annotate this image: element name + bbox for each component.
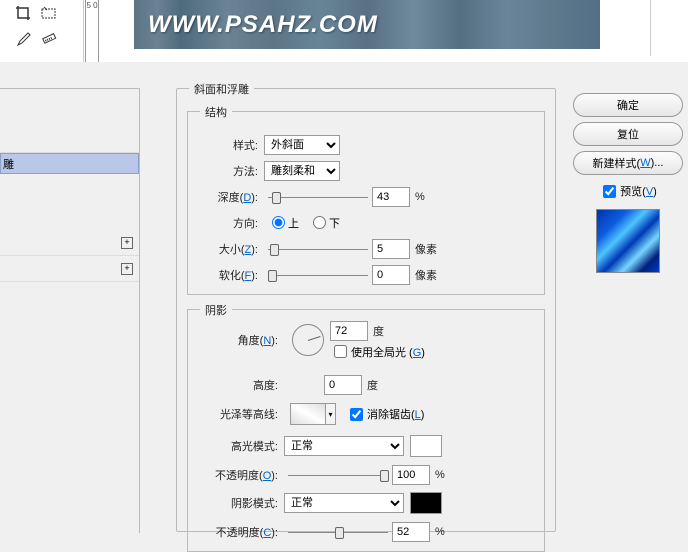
layer-styles-list: 雕 + + bbox=[0, 88, 140, 533]
direction-label: 方向: bbox=[194, 215, 264, 231]
unit-percent: % bbox=[435, 526, 445, 538]
document-canvas[interactable]: WWW.PSAHZ.COM bbox=[134, 0, 600, 49]
preview-label: 预览(V) bbox=[620, 183, 657, 199]
dialog-buttons: 确定 复位 新建样式(W)... 预览(V) bbox=[568, 88, 688, 338]
unit-percent: % bbox=[415, 191, 425, 203]
direction-down-radio[interactable] bbox=[313, 216, 326, 229]
bevel-emboss-panel: 斜面和浮雕 结构 样式: 外斜面 方法: 雕刻柔和 深度(D): % 方向: 上… bbox=[176, 88, 556, 533]
ok-button[interactable]: 确定 bbox=[573, 93, 683, 117]
highlight-opacity-slider[interactable] bbox=[288, 467, 388, 483]
slice-tool-icon[interactable] bbox=[40, 4, 58, 22]
new-style-button[interactable]: 新建样式(W)... bbox=[573, 151, 683, 175]
size-label: 大小(Z): bbox=[194, 241, 264, 257]
style-item-bevel[interactable]: 雕 bbox=[0, 153, 139, 174]
angle-label: 角度(N): bbox=[194, 332, 284, 348]
depth-label: 深度(D): bbox=[194, 189, 264, 205]
altitude-input[interactable] bbox=[324, 375, 362, 395]
preview-checkbox[interactable] bbox=[603, 185, 616, 198]
scrollbar-right[interactable] bbox=[650, 0, 672, 56]
unit-px: 像素 bbox=[415, 241, 437, 257]
style-item-label: 雕 bbox=[3, 156, 14, 172]
soften-slider[interactable] bbox=[268, 267, 368, 283]
up-label: 上 bbox=[288, 215, 299, 231]
highlight-mode-label: 高光模式: bbox=[194, 438, 284, 454]
global-light-label: 使用全局光 (G) bbox=[351, 344, 425, 360]
expand-icon[interactable]: + bbox=[121, 237, 133, 249]
reset-button[interactable]: 复位 bbox=[573, 122, 683, 146]
shadow-mode-select[interactable]: 正常 bbox=[284, 493, 404, 513]
shadow-opacity-input[interactable] bbox=[392, 522, 430, 542]
size-slider[interactable] bbox=[268, 241, 368, 257]
angle-dial[interactable] bbox=[292, 324, 324, 356]
toolbox bbox=[0, 0, 84, 62]
antialias-checkbox[interactable] bbox=[350, 408, 363, 421]
angle-input[interactable] bbox=[330, 321, 368, 341]
shadow-legend: 阴影 bbox=[200, 302, 232, 318]
panel-title: 斜面和浮雕 bbox=[189, 81, 254, 97]
highlight-opacity-input[interactable] bbox=[392, 465, 430, 485]
shadow-opacity-label: 不透明度(C): bbox=[194, 524, 284, 540]
contour-picker[interactable] bbox=[290, 403, 326, 425]
shadow-opacity-slider[interactable] bbox=[288, 524, 388, 540]
unit-deg: 度 bbox=[373, 323, 384, 339]
unit-percent: % bbox=[435, 469, 445, 481]
preview-thumbnail bbox=[596, 209, 660, 273]
app-top: 5 0 WWW.PSAHZ.COM bbox=[0, 0, 688, 62]
soften-label: 软化(F): bbox=[194, 267, 264, 283]
shadow-color-swatch[interactable] bbox=[410, 492, 442, 514]
direction-up-radio[interactable] bbox=[272, 216, 285, 229]
global-light-checkbox[interactable] bbox=[334, 345, 347, 358]
method-select[interactable]: 雕刻柔和 bbox=[264, 161, 340, 181]
expand-icon[interactable]: + bbox=[121, 263, 133, 275]
contour-label: 光泽等高线: bbox=[194, 406, 284, 422]
banner-text: WWW.PSAHZ.COM bbox=[134, 0, 600, 50]
highlight-mode-select[interactable]: 正常 bbox=[284, 436, 404, 456]
highlight-opacity-label: 不透明度(O): bbox=[194, 467, 284, 483]
highlight-color-swatch[interactable] bbox=[410, 435, 442, 457]
unit-deg: 度 bbox=[367, 377, 378, 393]
vertical-ruler: 5 0 bbox=[85, 0, 99, 62]
structure-legend: 结构 bbox=[200, 104, 232, 120]
size-input[interactable] bbox=[372, 239, 410, 259]
contour-dropdown-icon[interactable]: ▾ bbox=[326, 403, 336, 425]
unit-px: 像素 bbox=[415, 267, 437, 283]
shadow-mode-label: 阴影模式: bbox=[194, 495, 284, 511]
down-label: 下 bbox=[329, 215, 340, 231]
altitude-label: 高度: bbox=[194, 377, 284, 393]
crop-tool-icon[interactable] bbox=[14, 4, 32, 22]
method-label: 方法: bbox=[194, 163, 264, 179]
effects-row-1[interactable]: + bbox=[0, 230, 139, 256]
style-label: 样式: bbox=[194, 137, 264, 153]
antialias-label: 消除锯齿(L) bbox=[367, 406, 424, 422]
effects-row-2[interactable]: + bbox=[0, 256, 139, 282]
ruler-tool-icon[interactable] bbox=[40, 29, 58, 47]
depth-slider[interactable] bbox=[268, 189, 368, 205]
soften-input[interactable] bbox=[372, 265, 410, 285]
style-select[interactable]: 外斜面 bbox=[264, 135, 340, 155]
depth-input[interactable] bbox=[372, 187, 410, 207]
eyedropper-tool-icon[interactable] bbox=[14, 29, 32, 47]
